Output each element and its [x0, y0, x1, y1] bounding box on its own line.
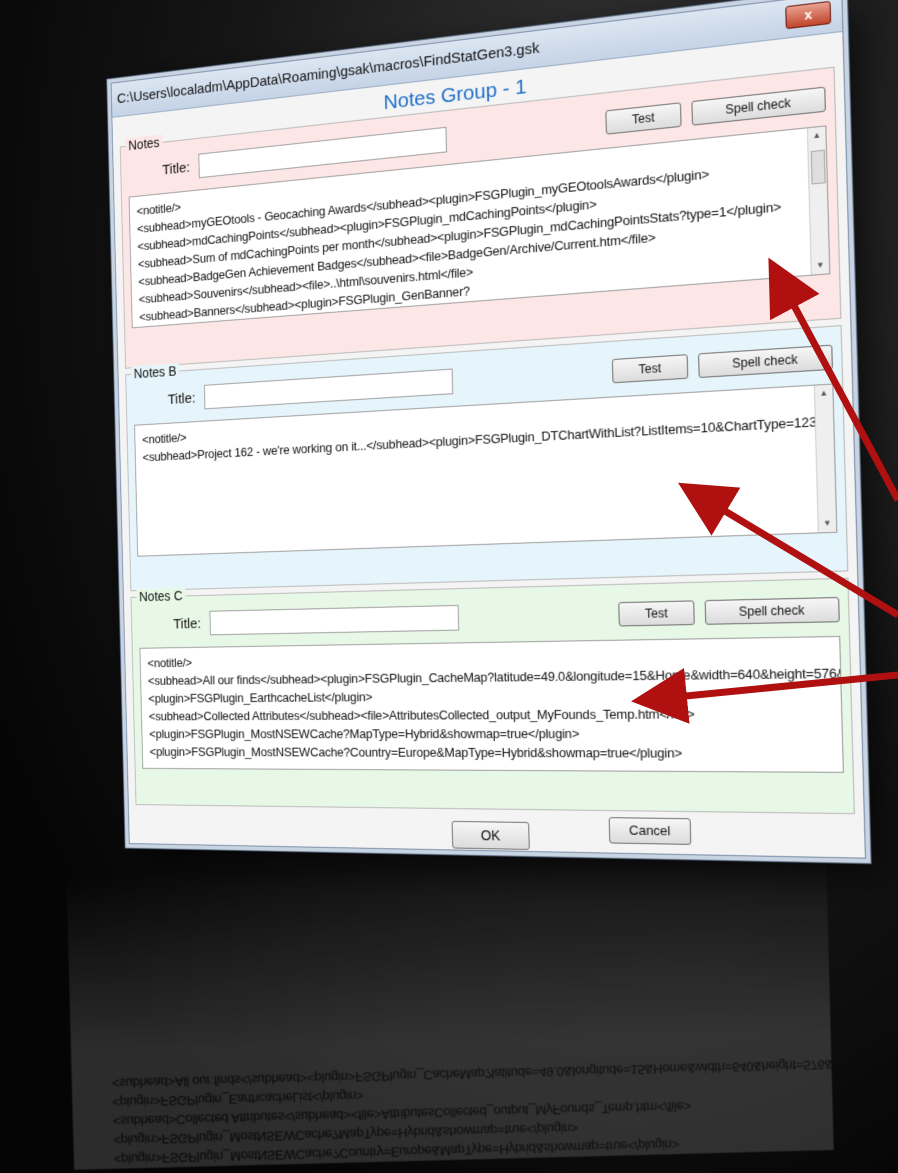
notes-b-legend: Notes B — [131, 363, 180, 382]
scroll-down-icon[interactable]: ▼ — [818, 515, 836, 532]
dialog-window: C:\Users\localadm\AppData\Roaming\gsak\m… — [110, 0, 867, 859]
scroll-up-icon[interactable]: ▲ — [815, 385, 833, 403]
notes-c-group: Notes C Title: Test Spell check <notitle… — [130, 577, 855, 815]
notes-c-line: <plugin>FSGPlugin_MostNSEWCache?Country=… — [149, 744, 683, 761]
scroll-down-icon[interactable]: ▼ — [811, 257, 829, 275]
scroll-thumb[interactable] — [810, 149, 826, 185]
notes-c-line: <subhead>Collected Attributes</subhead><… — [148, 706, 695, 724]
notes-c-title-input[interactable] — [209, 604, 460, 636]
notes-spell-check-button[interactable]: Spell check — [691, 86, 826, 126]
notes-b-title-label: Title: — [167, 389, 196, 408]
notes-b-title-input[interactable] — [203, 368, 454, 410]
notes-c-test-button[interactable]: Test — [618, 600, 695, 627]
scroll-up-icon[interactable]: ▲ — [808, 126, 826, 144]
notes-test-button[interactable]: Test — [605, 102, 682, 135]
notes-c-title-row: Title: Test Spell check — [139, 594, 840, 639]
notes-c-line: <plugin>FSGPlugin_MostNSEWCache?MapType=… — [149, 726, 580, 742]
notes-b-test-button[interactable]: Test — [611, 354, 689, 384]
close-button[interactable]: x — [785, 0, 832, 30]
notes-c-textarea[interactable]: <notitle/> <subhead>All our finds</subhe… — [139, 635, 844, 773]
notes-scrollbar[interactable]: ▲ ▼ — [806, 126, 830, 275]
notes-c-legend: Notes C — [136, 587, 186, 605]
notes-b-scrollbar[interactable]: ▲ ▼ — [813, 384, 837, 533]
notes-b-group: Notes B Title: Test Spell check <notitle… — [125, 325, 849, 592]
notes-b-textarea[interactable]: <notitle/> <subhead>Project 162 - we're … — [134, 383, 838, 557]
window-reflection: <plugin>FSGPlugin_MostNSEWCache?Country=… — [66, 850, 834, 1170]
notes-title-label: Title: — [162, 158, 191, 178]
ok-button[interactable]: OK — [451, 820, 530, 850]
notes-c-title-label: Title: — [173, 615, 202, 632]
cancel-button[interactable]: Cancel — [608, 817, 692, 845]
notes-c-spell-check-button[interactable]: Spell check — [704, 596, 840, 625]
notes-legend: Notes — [125, 134, 163, 154]
notes-b-spell-check-button[interactable]: Spell check — [698, 344, 833, 379]
